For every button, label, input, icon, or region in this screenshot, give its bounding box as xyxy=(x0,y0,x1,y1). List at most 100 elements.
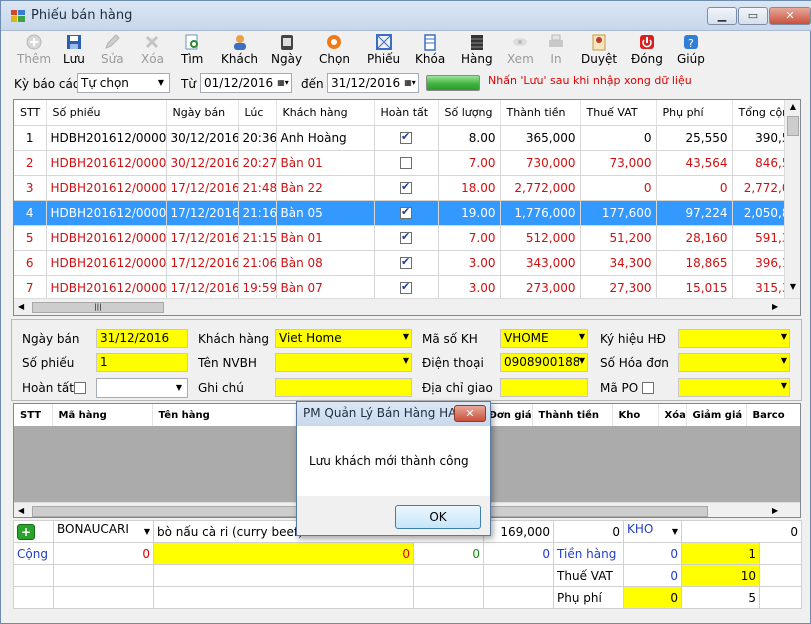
invoice-row[interactable]: 7HDBH201612/000017/12/201619:59Bàn 07 3.0… xyxy=(14,275,795,301)
column-header[interactable]: Số phiếu xyxy=(46,100,167,126)
completed-checkbox[interactable] xyxy=(400,280,412,294)
completed-cell xyxy=(374,275,439,301)
customer-code-select[interactable]: VHOME ▼ xyxy=(500,329,588,348)
column-header[interactable]: Thuế VAT xyxy=(580,100,657,126)
invoice-row[interactable]: 4HDBH201612/000017/12/201621:16Bàn 05 19.… xyxy=(14,200,795,226)
cell-sl: 18.00 xyxy=(438,175,501,201)
toolbar-plus-button[interactable]: Thêm xyxy=(17,33,51,69)
invoice-symbol-select[interactable]: ▼ xyxy=(678,329,790,348)
detail-column-header[interactable]: Barco xyxy=(746,404,800,426)
warehouse-value: KHO xyxy=(627,521,654,536)
po-checkbox[interactable] xyxy=(642,382,654,394)
toolbar-lock-button[interactable]: Khóa xyxy=(415,33,445,69)
dialog-close-button[interactable]: ✕ xyxy=(454,405,486,422)
toolbar-pencil-button[interactable]: Sửa xyxy=(101,33,124,69)
detail-column-header[interactable]: Kho xyxy=(612,404,659,426)
sum-row: Cộng 0 0 0 0 Tiền hàng 0 1 xyxy=(13,542,803,565)
dialog-ok-button[interactable]: OK xyxy=(395,505,481,529)
completed-checkbox[interactable] xyxy=(400,180,412,194)
column-header[interactable]: Phụ phí xyxy=(656,100,733,126)
calendar-dropdown-icon: ▦▾ xyxy=(275,74,291,92)
detail-column-header[interactable]: Thành tiền xyxy=(532,404,613,426)
column-header[interactable]: Số lượng xyxy=(438,100,501,126)
toolbar-delete-button[interactable]: Xóa xyxy=(141,33,164,69)
detail-column-header[interactable]: Giảm giá xyxy=(686,404,747,426)
column-header[interactable]: Ngày bán xyxy=(166,100,239,126)
warehouse-combo[interactable]: KHO ▼ xyxy=(623,520,683,543)
invoice-row[interactable]: 3HDBH201612/000017/12/201621:48Bàn 22 18.… xyxy=(14,175,795,201)
voucher-no-field[interactable]: 1 xyxy=(96,353,188,372)
customer-code-label: Mã số KH xyxy=(422,332,478,346)
vat-pct[interactable]: 10 xyxy=(681,564,761,587)
cell-luc: 20:27 xyxy=(238,150,277,176)
invoice-vertical-scrollbar[interactable]: ▲ ▼ xyxy=(784,100,800,298)
empty-cell xyxy=(759,542,803,565)
customer-select[interactable]: Viet Home ▼ xyxy=(275,329,412,348)
from-date-picker[interactable]: 01/12/2016 ▦▾ xyxy=(200,73,292,93)
main-window: Phiếu bán hàng ▁ ▭ ✕ Thêm Lưu Sửa Xóa Tìm Khá… xyxy=(0,0,811,624)
toolbar-gear-button[interactable]: Chọn xyxy=(319,33,350,69)
phone-select[interactable]: 0908900188 ▼ xyxy=(500,353,588,372)
maximize-button[interactable]: ▭ xyxy=(738,7,768,25)
add-row-icon[interactable]: + xyxy=(17,523,35,540)
completed-checkbox[interactable] xyxy=(400,205,412,219)
goods-total-pct[interactable]: 1 xyxy=(681,542,761,565)
discount-cell[interactable]: 0 xyxy=(681,520,803,543)
sum-quantity: 0 xyxy=(53,542,154,565)
detail-column-header[interactable]: Xóa xyxy=(658,404,687,426)
completed-checkbox[interactable] xyxy=(400,157,412,169)
completed-checkbox[interactable] xyxy=(74,382,86,394)
column-header[interactable]: Hoàn tất xyxy=(374,100,439,126)
toolbar-calendar-button[interactable]: Ngày xyxy=(271,33,302,69)
toolbar-customer-button[interactable]: Khách xyxy=(221,33,258,69)
toolbar-search-button[interactable]: Tìm xyxy=(181,33,203,69)
unit-price-cell[interactable]: 169,000 xyxy=(483,520,555,543)
minimize-button[interactable]: ▁ xyxy=(707,7,737,25)
invoice-number-label: Số Hóa đơn xyxy=(600,356,669,370)
close-button[interactable]: ✕ xyxy=(769,7,811,25)
completed-checkbox[interactable] xyxy=(400,230,412,244)
completed-checkbox[interactable] xyxy=(400,255,412,269)
detail-column-header[interactable]: STT xyxy=(14,404,53,426)
completed-cell xyxy=(374,225,439,251)
vat-label: Thuế VAT xyxy=(553,564,625,587)
toolbar-approve-button[interactable]: Duyệt xyxy=(581,33,617,69)
completed-checkbox[interactable] xyxy=(400,130,412,144)
note-field[interactable] xyxy=(275,378,412,397)
column-header[interactable]: Thành tiền xyxy=(500,100,581,126)
invoice-number-select[interactable]: ▼ xyxy=(678,353,790,372)
toolbar-view-button[interactable]: Xem xyxy=(507,33,534,69)
column-header[interactable]: Lúc xyxy=(238,100,277,126)
invoice-row[interactable]: 5HDBH201612/000017/12/201621:15Bàn 01 7.0… xyxy=(14,225,795,251)
title-bar: Phiếu bán hàng ▁ ▭ ✕ xyxy=(1,1,811,31)
chevron-down-icon: ▼ xyxy=(402,356,409,365)
toolbar-voucher-button[interactable]: Phiếu xyxy=(367,33,400,69)
customer-value: Viet Home xyxy=(279,331,342,345)
delivery-address-field[interactable] xyxy=(500,378,588,397)
invoice-horizontal-scrollbar[interactable]: ◀ ||| ▶ xyxy=(14,298,800,315)
to-date-picker[interactable]: 31/12/2016 ▦▾ xyxy=(327,73,419,93)
chevron-down-icon: ▼ xyxy=(153,74,169,92)
toolbar-power-button[interactable]: Đóng xyxy=(631,33,663,69)
po-code-select[interactable]: ▼ xyxy=(678,378,790,397)
toolbar-help-button[interactable]: ? Giúp xyxy=(677,33,705,69)
toolbar-print-button[interactable]: In xyxy=(547,33,565,69)
invoice-row[interactable]: 1 HDBH201612/0000 30/12/2016 20:36 Anh Hoàng… xyxy=(14,125,795,151)
completed-select[interactable]: ▼ xyxy=(96,378,188,398)
cell-phu: 15,015 xyxy=(656,275,733,301)
toolbar-goods-button[interactable]: Hàng xyxy=(461,33,493,69)
period-select[interactable]: Tự chọn ▼ xyxy=(77,73,170,93)
item-code-combo[interactable]: BONAUCARI ▼ xyxy=(53,520,154,543)
column-header[interactable]: STT xyxy=(14,100,47,126)
cell-so_phieu: HDBH201612/0000 xyxy=(46,200,167,226)
invoice-row[interactable]: 6HDBH201612/000017/12/201621:06Bàn 08 3.0… xyxy=(14,250,795,276)
sale-date-field[interactable]: 31/12/2016 xyxy=(96,329,188,348)
surcharge-pct[interactable]: 5 xyxy=(681,586,761,609)
cell-khach: Bàn 22 xyxy=(276,175,375,201)
cell-phu: 97,224 xyxy=(656,200,733,226)
salesperson-select[interactable]: ▼ xyxy=(275,353,412,372)
invoice-row[interactable]: 2 HDBH201612/0000 30/12/2016 20:27 Bàn 01 7.0… xyxy=(14,150,795,176)
toolbar-save-button[interactable]: Lưu xyxy=(63,33,85,69)
column-header[interactable]: Khách hàng xyxy=(276,100,375,126)
detail-column-header[interactable]: Mã hàng xyxy=(52,404,153,426)
